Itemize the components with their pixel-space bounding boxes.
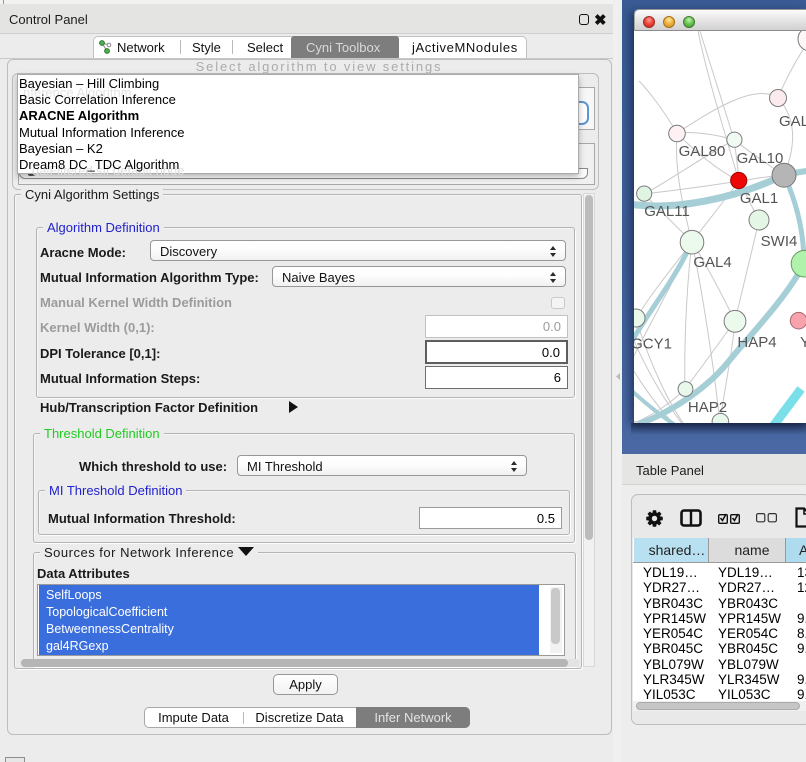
svg-text:GAL80: GAL80	[679, 143, 726, 160]
svg-text:GAL7: GAL7	[779, 113, 806, 130]
svg-text:Y: Y	[800, 334, 806, 351]
svg-text:GAL11: GAL11	[644, 203, 690, 220]
svg-text:GCY1: GCY1	[634, 336, 672, 353]
svg-text:HAP2: HAP2	[688, 399, 727, 416]
svg-text:GAL4: GAL4	[693, 254, 731, 271]
svg-text:GAL10: GAL10	[737, 150, 784, 167]
svg-text:SWI4: SWI4	[761, 233, 798, 250]
svg-text:GAL1: GAL1	[740, 190, 778, 207]
svg-text:HAP4: HAP4	[737, 334, 776, 351]
